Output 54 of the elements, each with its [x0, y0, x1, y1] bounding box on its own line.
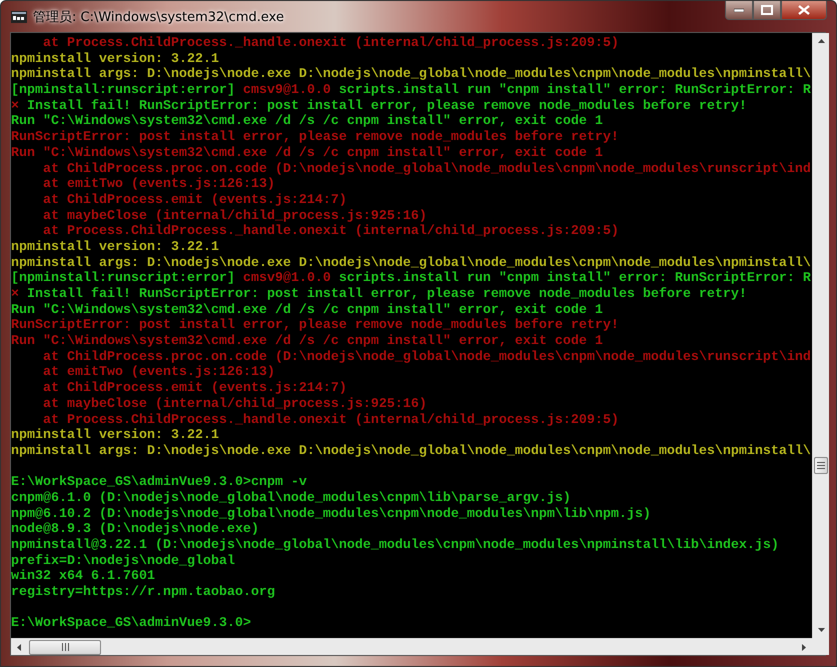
console-line: cnpm@6.1.0 (D:\nodejs\node_global\node_modules\cnpm\lib\parse_argv.js)	[11, 490, 572, 507]
grip-icon	[817, 462, 825, 469]
console-line: RunScriptError: post install error, please remove node_modules before retry!	[11, 318, 620, 334]
scroll-down-icon[interactable]	[818, 628, 824, 632]
console-line: npminstall args: D:\nodejs\node.exe D:\nodejs\node_global\node_modules\cnpm\node_modules\npminstall\	[11, 67, 812, 83]
console-line: × Install fail! RunScriptError: post install error, please remove node_modules before retry!	[11, 98, 748, 114]
console-line: [npminstall:runscript:error] cmsv9@1.0.0 scripts.install run "cnpm install" error: RunScriptError: R	[11, 83, 812, 99]
maximize-button[interactable]	[753, 1, 781, 20]
console-line: npm@6.10.2 (D:\nodejs\node_global\node_modules\cnpm\node_modules\npm\lib\npm.js)	[11, 506, 652, 522]
console-line: at Process.ChildProcess._handle.onexit (internal/child_process.js:209:5)	[42, 412, 620, 428]
console-line: registry=https://r.npm.taobao.org	[11, 585, 276, 601]
console-line: npminstall@3.22.1 (D:\nodejs\node_global\node_modules\cnpm\node_modules\npminstall\lib\index.js)	[11, 538, 780, 554]
console-line: E:\WorkSpace_GS\adminVue9.3.0>cnpm -v	[11, 475, 308, 491]
console-app-icon	[11, 11, 27, 23]
window-title: 管理员: C:\Windows\system32\cmd.exe	[33, 9, 284, 26]
console-line: Run "C:\Windows\system32\cmd.exe /d /s /c cnpm install" error, exit code 1	[11, 302, 604, 318]
vertical-scrollbar[interactable]	[812, 33, 829, 638]
console-line: Run "C:\Windows\system32\cmd.exe /d /s /c cnpm install" error, exit code 1	[11, 114, 604, 130]
console-line: npminstall version: 3.22.1	[11, 240, 220, 256]
console-line: at ChildProcess.proc.on.code (D:\nodejs\node_global\node_modules\cnpm\node_modules\runscript\ind	[42, 162, 812, 177]
console-line: at emitTwo (events.js:126:13)	[42, 365, 276, 381]
console-line: RunScriptError: post install error, please remove node_modules before retry!	[11, 130, 620, 146]
console-line: Run "C:\Windows\system32\cmd.exe /d /s /c cnpm install" error, exit code 1	[11, 334, 604, 350]
minimize-icon	[734, 8, 744, 12]
console-line: node@8.9.3 (D:\nodejs\node.exe)	[11, 522, 260, 538]
console-line: E:\WorkSpace_GS\adminVue9.3.0>	[11, 616, 252, 632]
console-line: at maybeClose (internal/child_process.js:925:16)	[42, 396, 428, 412]
close-icon	[798, 5, 810, 15]
console-line: at Process.ChildProcess._handle.onexit (internal/child_process.js:209:5)	[42, 36, 620, 52]
console-line: at ChildProcess.proc.on.code (D:\nodejs\node_global\node_modules\cnpm\node_modules\runscript\ind	[42, 350, 812, 365]
console-line: npminstall args: D:\nodejs\node.exe D:\nodejs\node_global\node_modules\cnpm\node_modules\npminstall\	[11, 444, 812, 460]
console-line: at Process.ChildProcess._handle.onexit (internal/child_process.js:209:5)	[42, 224, 620, 240]
console-line: at maybeClose (internal/child_process.js:925:16)	[42, 208, 428, 224]
console-line: win32 x64 6.1.7601	[11, 569, 156, 585]
console-line: npminstall version: 3.22.1	[11, 52, 220, 67]
scroll-left-icon[interactable]	[17, 644, 21, 650]
close-button[interactable]	[781, 1, 827, 20]
console-line: npminstall version: 3.22.1	[11, 428, 220, 444]
console-line: × Install fail! RunScriptError: post install error, please remove node_modules before retry!	[11, 287, 748, 303]
console-line: [npminstall:runscript:error] cmsv9@1.0.0 scripts.install run "cnpm install" error: RunScriptError: R	[11, 271, 812, 287]
scrollbar-thumb[interactable]	[814, 457, 828, 474]
scroll-right-icon[interactable]	[802, 644, 806, 650]
grip-icon	[62, 643, 68, 651]
console-line: at ChildProcess.emit (events.js:214:7)	[42, 192, 348, 209]
horizontal-scrollbar[interactable]	[11, 638, 812, 655]
minimize-button[interactable]	[725, 1, 753, 20]
scrollbar-thumb[interactable]	[29, 640, 101, 654]
console-line: prefix=D:\nodejs\node_global	[11, 554, 236, 569]
console-line: npminstall args: D:\nodejs\node.exe D:\nodejs\node_global\node_modules\cnpm\node_modules\npminstall\	[11, 256, 812, 271]
console-line: at emitTwo (events.js:126:13)	[42, 177, 276, 193]
console-line: at ChildProcess.emit (events.js:214:7)	[42, 381, 348, 397]
console-line: Run "C:\Windows\system32\cmd.exe /d /s /c cnpm install" error, exit code 1	[11, 146, 604, 162]
maximize-icon	[761, 5, 773, 15]
scroll-up-icon[interactable]	[818, 39, 824, 43]
